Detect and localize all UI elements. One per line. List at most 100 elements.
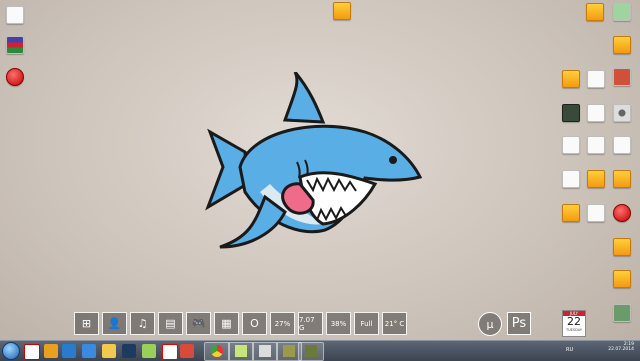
folder-icon xyxy=(333,2,351,20)
document-icon xyxy=(613,136,631,154)
weather-value: 21° C xyxy=(384,319,405,328)
utorrent-icon: µ xyxy=(486,317,494,331)
desktop-icon-r9[interactable] xyxy=(611,238,633,256)
photoshop-label: Ps xyxy=(511,316,527,331)
app-icon xyxy=(587,170,605,188)
taskbar: RU 2:19 22.07.2014 xyxy=(0,340,640,361)
desktop-icon-network[interactable] xyxy=(611,3,633,21)
opera-tile[interactable]: O xyxy=(242,312,267,335)
desktop-icon-r6b[interactable] xyxy=(585,136,607,154)
taskbar-item-window[interactable] xyxy=(252,342,278,361)
film-icon: ▤ xyxy=(165,316,176,330)
user-tile[interactable]: 👤 xyxy=(102,312,127,335)
window-icon xyxy=(259,345,271,357)
explorer-icon[interactable] xyxy=(82,344,96,358)
app-icon xyxy=(613,270,631,288)
music-icon: ♫ xyxy=(137,316,148,330)
record-icon xyxy=(613,204,631,222)
document-icon xyxy=(587,70,605,88)
disk-value: 38% xyxy=(330,319,347,328)
chrome-icon xyxy=(211,345,223,357)
taskbar-item-notes[interactable] xyxy=(228,342,254,361)
video-tile[interactable]: ▤ xyxy=(158,312,183,335)
internet-explorer-icon[interactable] xyxy=(62,344,76,358)
battery-value: Full xyxy=(360,319,373,328)
app-icon xyxy=(613,36,631,54)
calendar-widget[interactable]: JULY 22 TUESDAY xyxy=(562,310,586,337)
desktop-icon-r4a[interactable] xyxy=(560,70,582,88)
metro-dock: ⊞ 👤 ♫ ▤ 🎮 ▦ O 27% 7.07 G 38% Full 21° C xyxy=(74,312,407,335)
weather-tile[interactable]: 21° C xyxy=(382,312,407,335)
user-icon: 👤 xyxy=(107,316,122,330)
steam-icon xyxy=(613,104,631,122)
document-icon xyxy=(562,170,580,188)
documents-icon: ▦ xyxy=(221,316,232,330)
desktop-icon-r7b[interactable] xyxy=(585,170,607,188)
shortcut-icon xyxy=(586,3,604,21)
desktop-icon-computer[interactable] xyxy=(4,6,26,24)
app-icon xyxy=(613,68,631,86)
opera-icon: O xyxy=(250,316,259,330)
document-icon xyxy=(587,104,605,122)
shark-wallpaper xyxy=(205,72,423,249)
battery-tile[interactable]: Full xyxy=(354,312,379,335)
taskbar-item-chrome[interactable] xyxy=(204,342,230,361)
desktop-icon-r6c[interactable] xyxy=(611,136,633,154)
start-button[interactable] xyxy=(2,342,20,360)
app-icon xyxy=(562,204,580,222)
calendar-weekday: TUESDAY xyxy=(565,328,583,332)
app-icon xyxy=(613,238,631,256)
desktop-icon-r4b[interactable] xyxy=(585,70,607,88)
desktop-icon-r8c[interactable] xyxy=(611,204,633,222)
clock-date: 22.07.2014 xyxy=(608,347,634,352)
game-icon xyxy=(305,345,317,357)
document-icon xyxy=(587,136,605,154)
desktop-icon-game[interactable] xyxy=(4,68,26,86)
desktop-icon-r11[interactable] xyxy=(611,304,633,322)
language-indicator[interactable]: RU xyxy=(566,347,573,353)
shark-dorsal-fin xyxy=(282,72,326,124)
desktop-icon-top-folder[interactable] xyxy=(331,2,353,20)
app-icon xyxy=(613,170,631,188)
photoshop-tile[interactable]: Ps xyxy=(507,312,531,335)
windows-icon: ⊞ xyxy=(81,316,92,330)
game-icon xyxy=(6,68,24,86)
desktop-icon-r10[interactable] xyxy=(611,270,633,288)
desktop-icon-r8a[interactable] xyxy=(560,204,582,222)
ram-tile[interactable]: 7.07 G xyxy=(298,312,323,335)
desktop-icon-r8b[interactable] xyxy=(585,204,607,222)
app-icon[interactable] xyxy=(180,344,194,358)
desktop-icon-r7a[interactable] xyxy=(560,170,582,188)
cpu-value: 27% xyxy=(274,319,291,328)
gamepad-icon: 🎮 xyxy=(191,316,206,330)
desktop-icon-r6a[interactable] xyxy=(560,136,582,154)
app-icon xyxy=(562,70,580,88)
desktop-icon-right-2[interactable] xyxy=(611,36,633,54)
desktop-icon-right-1[interactable] xyxy=(584,3,606,21)
paint-icon[interactable] xyxy=(142,344,156,358)
clock[interactable]: 2:19 22.07.2014 xyxy=(608,342,634,352)
document-icon xyxy=(587,204,605,222)
photoshop-icon[interactable] xyxy=(122,344,136,358)
cpu-tile[interactable]: 27% xyxy=(270,312,295,335)
taskbar-item-game[interactable] xyxy=(298,342,324,361)
media-player-icon[interactable] xyxy=(44,344,58,358)
docs-tile[interactable]: ▦ xyxy=(214,312,239,335)
disk-tile[interactable]: 38% xyxy=(326,312,351,335)
yandex-icon[interactable] xyxy=(24,344,40,360)
desktop-icon-winrar[interactable] xyxy=(4,36,26,54)
app-icon xyxy=(613,304,631,322)
desktop-icon-r7c[interactable] xyxy=(611,170,633,188)
folder-icon[interactable] xyxy=(102,344,116,358)
utorrent-button[interactable]: µ xyxy=(478,312,502,336)
network-icon xyxy=(613,3,631,21)
windows-tile[interactable]: ⊞ xyxy=(74,312,99,335)
games-tile[interactable]: 🎮 xyxy=(186,312,211,335)
music-tile[interactable]: ♫ xyxy=(130,312,155,335)
desktop-icon-right-3[interactable] xyxy=(611,68,633,86)
desktop-icon-r5c[interactable] xyxy=(611,104,633,122)
yandex-browser-icon[interactable] xyxy=(162,344,178,360)
desktop-icon-r5a[interactable] xyxy=(560,104,582,122)
system-tray: RU 2:19 22.07.2014 xyxy=(560,341,640,361)
desktop-icon-r5b[interactable] xyxy=(585,104,607,122)
